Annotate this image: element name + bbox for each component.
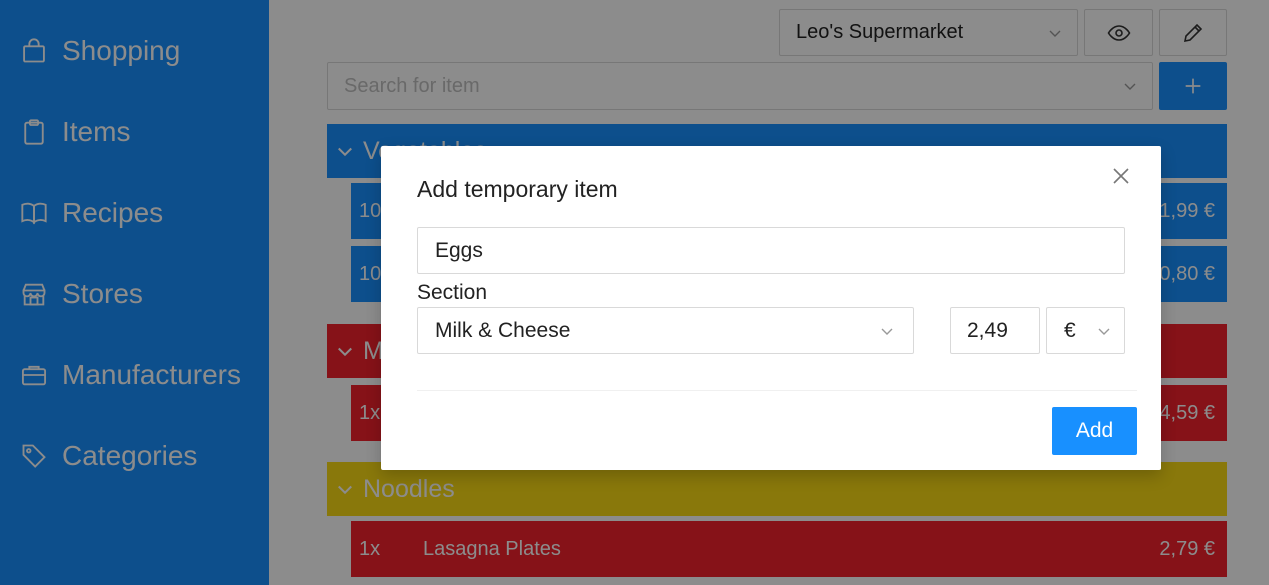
section-label: Section bbox=[417, 281, 488, 304]
add-button[interactable]: Add bbox=[1052, 407, 1137, 455]
section-select[interactable]: Milk & Cheese bbox=[417, 307, 914, 354]
price-input[interactable] bbox=[950, 307, 1040, 354]
add-temporary-item-dialog: Add temporary item Section Milk & Cheese… bbox=[381, 146, 1161, 470]
section-select-value: Milk & Cheese bbox=[435, 318, 571, 342]
dialog-divider bbox=[417, 390, 1137, 391]
close-button[interactable] bbox=[1109, 164, 1133, 188]
currency-select-value: € bbox=[1064, 318, 1076, 342]
currency-select[interactable]: € bbox=[1046, 307, 1125, 354]
close-icon bbox=[1113, 168, 1129, 184]
chevron-down-icon bbox=[1098, 328, 1110, 335]
dialog-title: Add temporary item bbox=[417, 176, 618, 202]
item-name-input[interactable] bbox=[417, 227, 1125, 274]
chevron-down-icon bbox=[881, 328, 893, 335]
